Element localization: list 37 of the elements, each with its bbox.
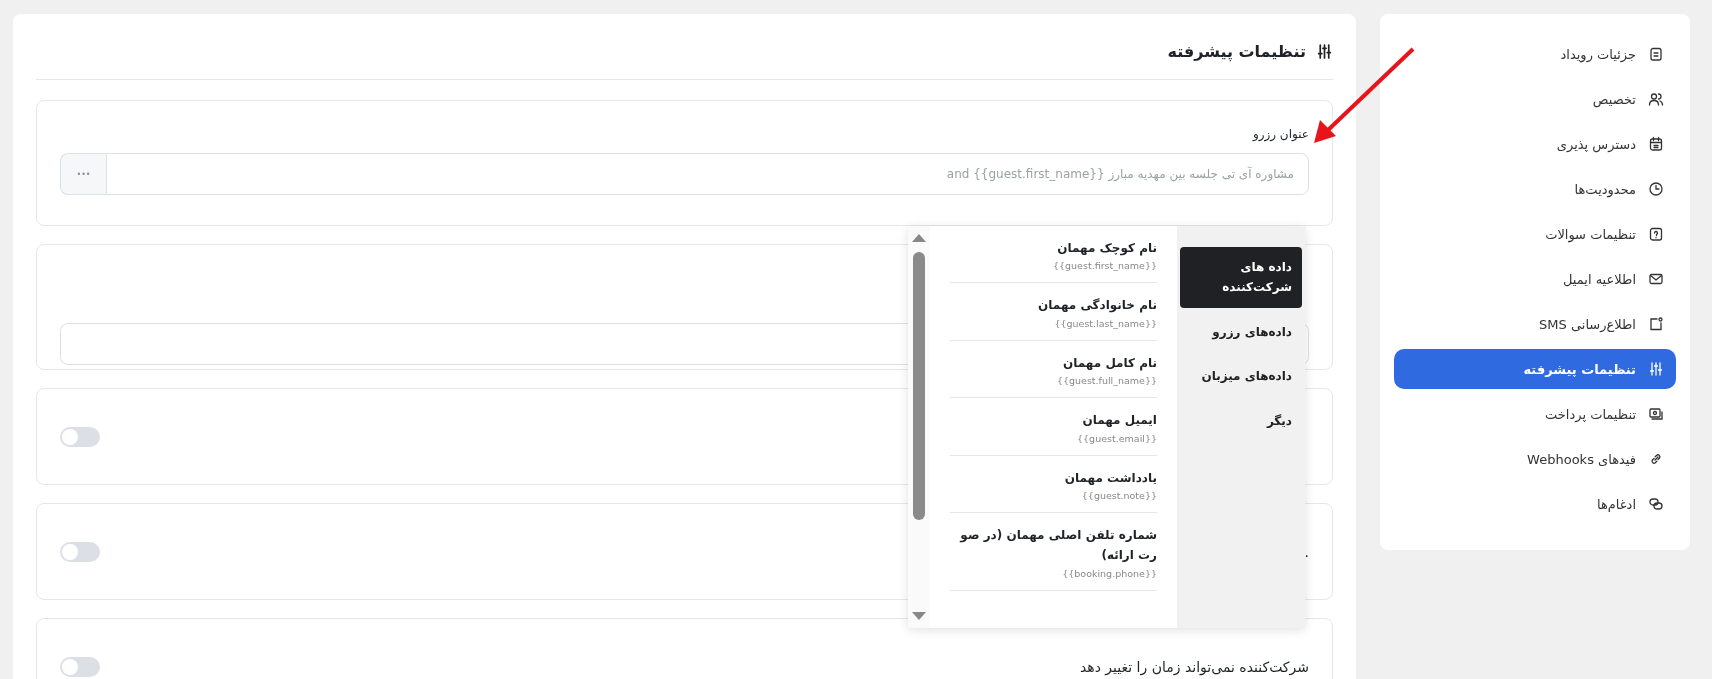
sidebar-item[interactable]: تنظیمات سوالات (1394, 214, 1676, 254)
clipboard-icon (1648, 46, 1664, 62)
sidebar-item[interactable]: ادغام‌ها (1394, 484, 1676, 524)
toggle-switch[interactable] (60, 656, 100, 677)
scroll-up-icon[interactable] (912, 234, 926, 242)
toggle-switch[interactable] (60, 426, 100, 447)
sidebar-item[interactable]: تنظیمات پرداخت (1394, 394, 1676, 434)
category-item[interactable]: دیگر (1180, 400, 1302, 441)
sidebar-item[interactable]: دسترس پذیری (1394, 124, 1676, 164)
integration-icon (1648, 496, 1664, 512)
payment-icon (1648, 406, 1664, 422)
field-label: عنوان رزرو (1251, 127, 1309, 143)
mail-icon (1648, 271, 1664, 287)
sidebar-item[interactable]: فیدهای Webhooks (1394, 439, 1676, 479)
sliders-icon (1316, 43, 1333, 60)
scroll-down-icon[interactable] (912, 612, 926, 620)
setting-label: . (1304, 543, 1309, 560)
link-icon (1648, 451, 1664, 467)
sidebar-item[interactable]: محدودیت‌ها (1394, 169, 1676, 209)
sidebar-item[interactable]: اطلاع‌رسانی SMS (1394, 304, 1676, 344)
sidebar-item[interactable]: اطلاعیه ایمیل (1394, 259, 1676, 299)
scrollbar-thumb[interactable] (913, 252, 925, 520)
category-item[interactable]: داده های شرکت‌کننده (1180, 247, 1302, 308)
clock-icon (1648, 181, 1664, 197)
category-item[interactable]: داده‌های رزرو (1180, 311, 1302, 353)
sidebar-item[interactable]: جزئیات رویداد (1394, 34, 1676, 74)
question-icon (1648, 226, 1664, 242)
sidebar-item[interactable]: تخصیص (1394, 79, 1676, 119)
sidebar-item[interactable]: تنظیمات پیشرفته (1394, 349, 1676, 389)
sliders-icon (1648, 361, 1664, 377)
message-icon (1648, 316, 1664, 332)
category-item[interactable]: داده‌های میزبان (1180, 356, 1302, 397)
setting-label: شرکت‌کننده نمی‌تواند زمان را تغییر دهد (1079, 658, 1309, 675)
calendar-icon (1648, 136, 1664, 152)
panel-title: تنظیمات پیشرفته (1167, 42, 1306, 61)
toggle-switch[interactable] (60, 541, 100, 562)
users-icon (1648, 91, 1664, 107)
